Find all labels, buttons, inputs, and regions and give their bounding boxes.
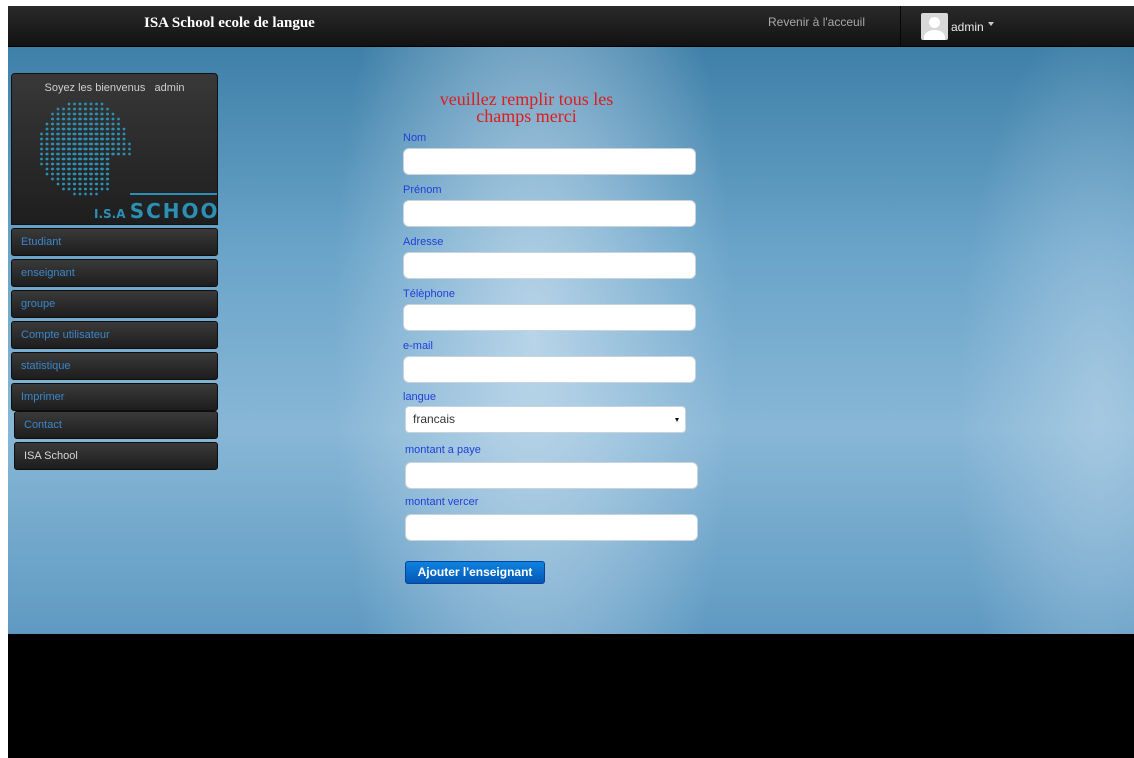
- user-avatar-icon: [921, 13, 948, 40]
- langue-select[interactable]: francais: [405, 406, 686, 433]
- adresse-label: Adresse: [403, 236, 444, 248]
- add-teacher-button[interactable]: Ajouter l'enseignant: [405, 561, 545, 584]
- logo-text: I.S.A SCHOOL: [94, 199, 217, 223]
- montant-vercer-input[interactable]: [405, 514, 698, 541]
- dropdown-arrow-icon: [675, 418, 679, 422]
- email-input[interactable]: [403, 356, 696, 383]
- adresse-input[interactable]: [403, 252, 696, 279]
- caret-down-icon: [987, 21, 994, 26]
- sidebar-item-imprimer[interactable]: Imprimer: [11, 383, 218, 411]
- sidebar-item-isa-school[interactable]: ISA School: [14, 442, 218, 470]
- montant-vercer-label: montant vercer: [405, 496, 479, 508]
- prenom-input[interactable]: [403, 200, 696, 227]
- montant-paye-label: montant a paye: [405, 444, 481, 456]
- top-navbar: ISA School ecole de langue Revenir à l'a…: [8, 6, 1134, 47]
- nom-label: Nom: [403, 132, 427, 144]
- welcome-text: Soyez les bienvenus admin: [44, 82, 185, 94]
- telephone-input[interactable]: [403, 304, 696, 331]
- user-menu[interactable]: admin: [921, 13, 994, 40]
- langue-label: langue: [403, 391, 437, 403]
- sidebar-item-statistique[interactable]: statistique: [11, 352, 218, 380]
- telephone-label: Télèphone: [403, 288, 455, 300]
- form-heading: veuillez remplir tous les champs merci: [403, 90, 650, 126]
- footer: [8, 634, 1134, 758]
- form-heading-line2: champs merci: [476, 106, 577, 126]
- app-window: ISA School ecole de langue Revenir à l'a…: [8, 6, 1134, 758]
- nom-input[interactable]: [403, 148, 696, 175]
- home-link[interactable]: Revenir à l'acceuil: [768, 15, 865, 29]
- main-content: Soyez les bienvenus admin I.S.A SCHOOL E…: [8, 47, 1134, 634]
- welcome-panel: Soyez les bienvenus admin I.S.A SCHOOL: [11, 73, 218, 225]
- email-label: e-mail: [403, 340, 433, 352]
- nav-divider: [900, 6, 901, 46]
- user-name: admin: [951, 19, 984, 34]
- brand-title[interactable]: ISA School ecole de langue: [144, 15, 315, 32]
- sidebar: Soyez les bienvenus admin I.S.A SCHOOL E…: [11, 73, 218, 470]
- montant-paye-input[interactable]: [405, 462, 698, 489]
- langue-selected-value: francais: [413, 412, 456, 426]
- prenom-label: Prénom: [403, 184, 442, 196]
- sidebar-nav: Etudiant enseignant groupe Compte utilis…: [11, 228, 218, 470]
- sidebar-item-etudiant[interactable]: Etudiant: [11, 228, 218, 256]
- sidebar-item-contact[interactable]: Contact: [14, 411, 218, 439]
- sidebar-item-groupe[interactable]: groupe: [11, 290, 218, 318]
- sidebar-item-compte-utilisateur[interactable]: Compte utilisateur: [11, 321, 218, 349]
- sidebar-item-enseignant[interactable]: enseignant: [11, 259, 218, 287]
- school-logo: I.S.A SCHOOL: [40, 102, 217, 223]
